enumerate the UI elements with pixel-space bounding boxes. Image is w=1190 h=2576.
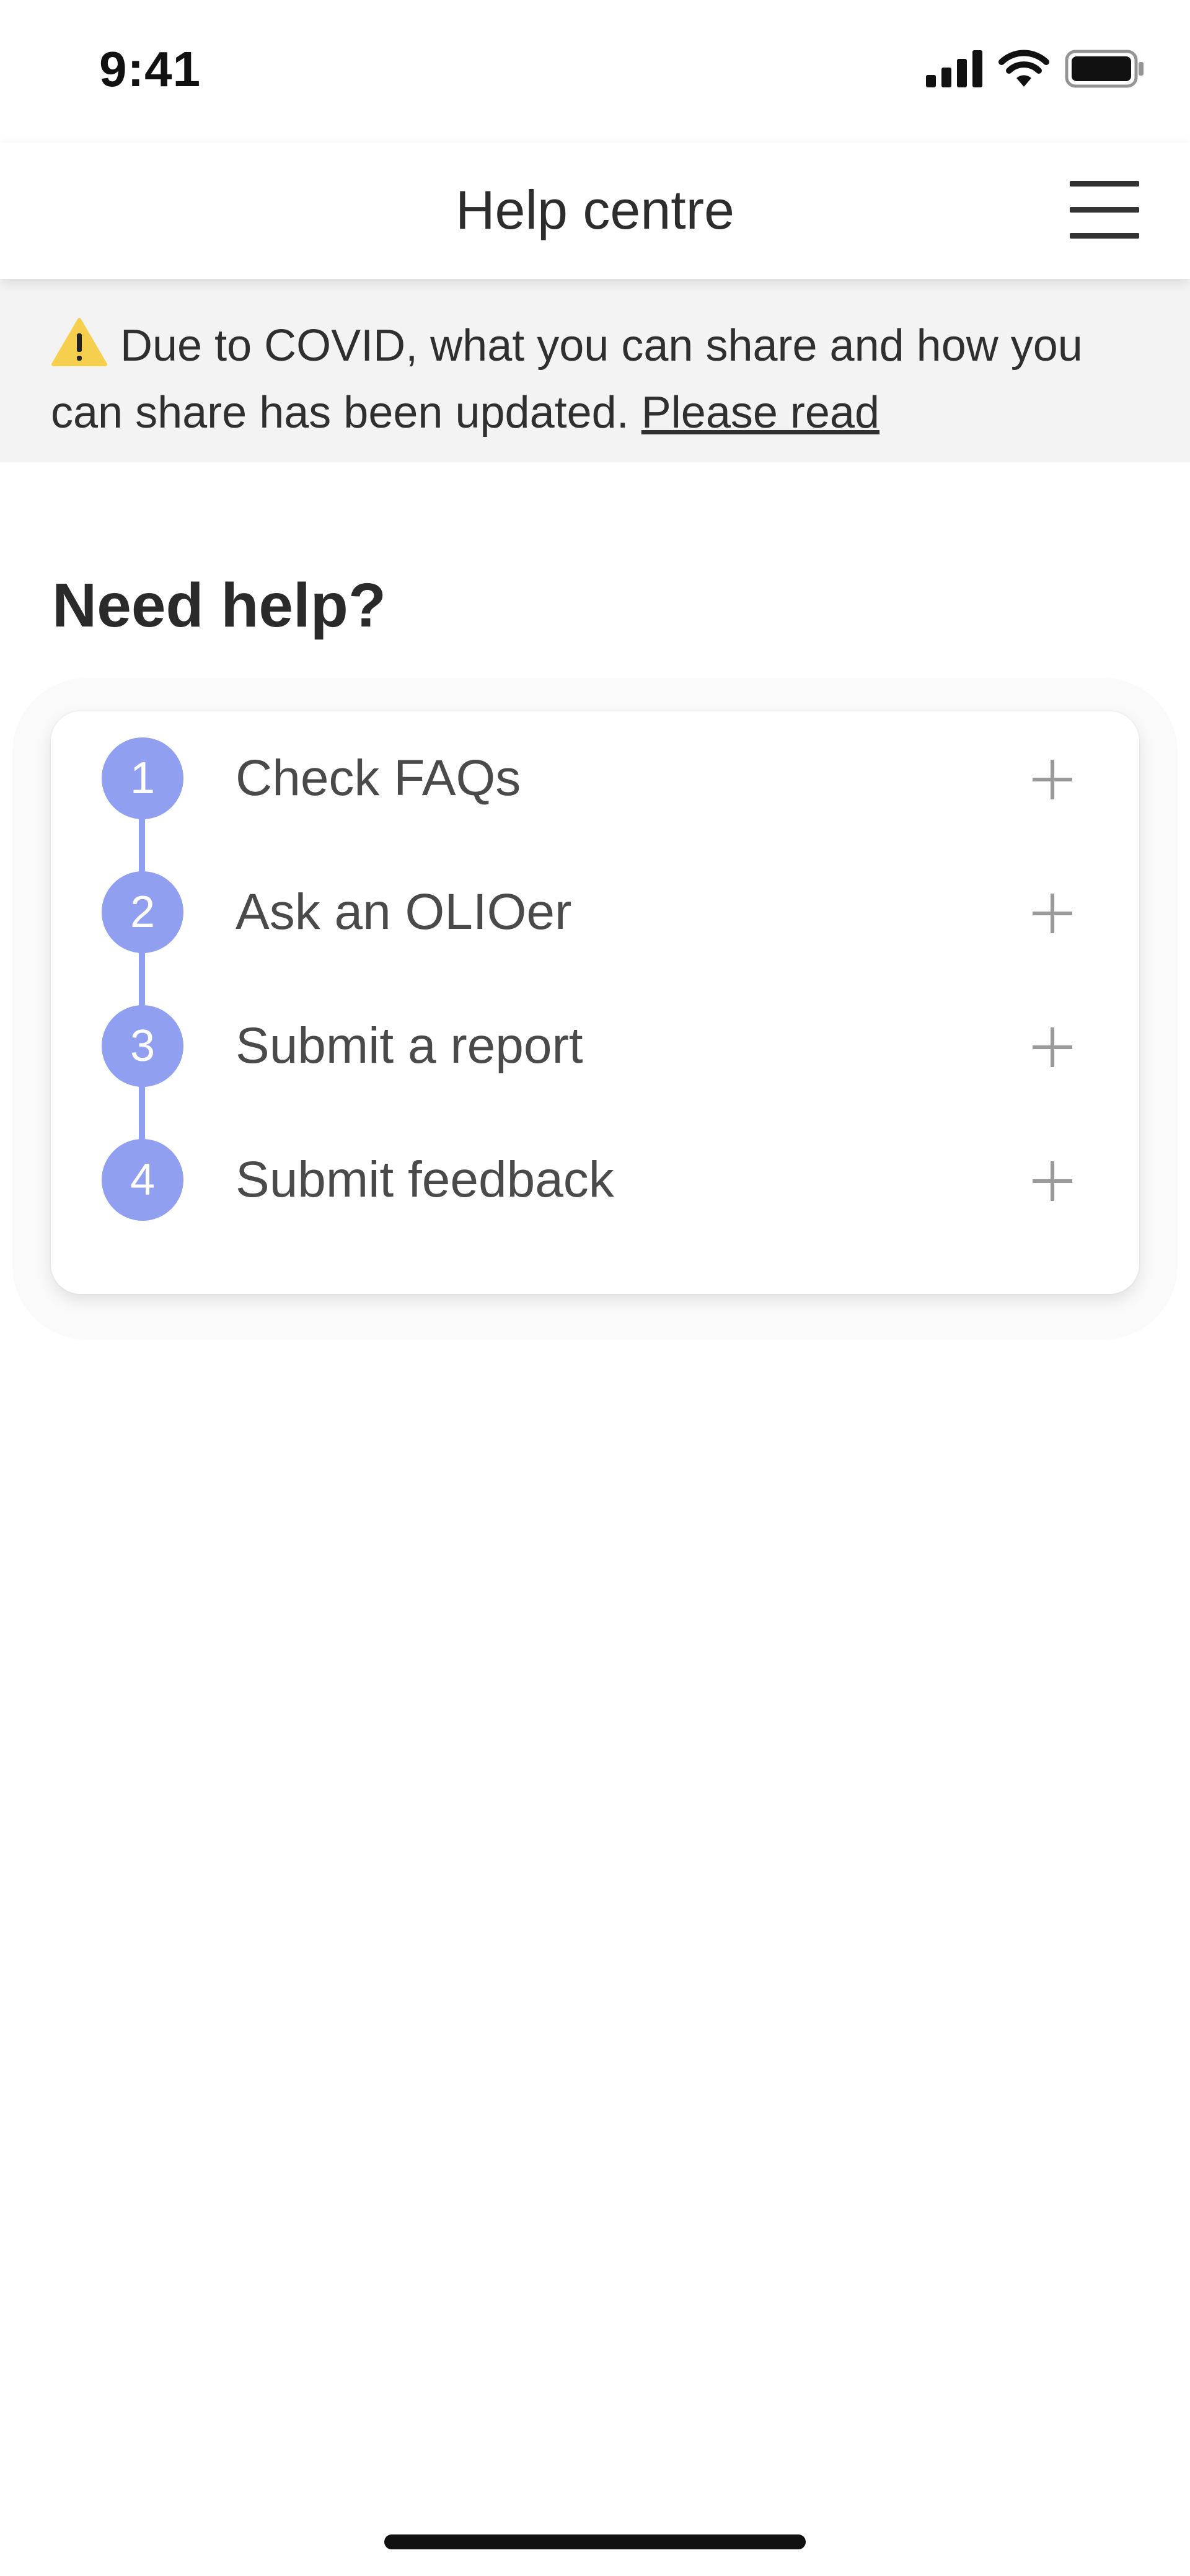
step-number-badge: 2 bbox=[102, 871, 183, 953]
step-submit-feedback[interactable]: 4 Submit feedback bbox=[51, 1113, 1139, 1247]
step-label: Ask an OLIOer bbox=[236, 884, 572, 940]
step-label: Submit feedback bbox=[236, 1151, 614, 1208]
step-number-badge: 1 bbox=[102, 737, 183, 819]
step-check-faqs[interactable]: 1 Check FAQs bbox=[51, 711, 1139, 845]
step-ask-an-olioer[interactable]: 2 Ask an OLIOer bbox=[51, 845, 1139, 979]
plus-icon[interactable] bbox=[1033, 1027, 1072, 1067]
hamburger-menu-icon[interactable] bbox=[1070, 178, 1139, 240]
step-number-badge: 3 bbox=[102, 1005, 183, 1087]
step-number-badge: 4 bbox=[102, 1139, 183, 1221]
plus-icon[interactable] bbox=[1033, 760, 1072, 799]
status-time: 9:41 bbox=[99, 42, 201, 97]
covid-notice-banner: Due to COVID, what you can share and how… bbox=[0, 279, 1190, 462]
notice-text-block: Due to COVID, what you can share and how… bbox=[51, 312, 1142, 446]
warning-icon bbox=[51, 318, 107, 366]
plus-icon[interactable] bbox=[1033, 894, 1072, 933]
wifi-icon bbox=[998, 50, 1049, 87]
please-read-link[interactable]: Please read bbox=[641, 388, 879, 437]
plus-icon[interactable] bbox=[1033, 1161, 1072, 1201]
step-label: Submit a report bbox=[236, 1018, 583, 1074]
signal-icon bbox=[926, 50, 982, 87]
page-title: Help centre bbox=[455, 179, 734, 240]
home-indicator[interactable] bbox=[384, 2534, 806, 2549]
app-header: Help centre bbox=[0, 143, 1190, 279]
status-icons bbox=[926, 50, 1145, 88]
status-bar: 9:41 bbox=[0, 0, 1190, 143]
need-help-heading: Need help? bbox=[52, 571, 386, 640]
help-steps-card: 1 Check FAQs 2 Ask an OLIOer 3 Submit a … bbox=[51, 711, 1139, 1294]
notice-message: Due to COVID, what you can share and how… bbox=[51, 321, 1083, 437]
step-label: Check FAQs bbox=[236, 750, 521, 806]
battery-icon bbox=[1065, 50, 1144, 88]
step-submit-report[interactable]: 3 Submit a report bbox=[51, 979, 1139, 1113]
